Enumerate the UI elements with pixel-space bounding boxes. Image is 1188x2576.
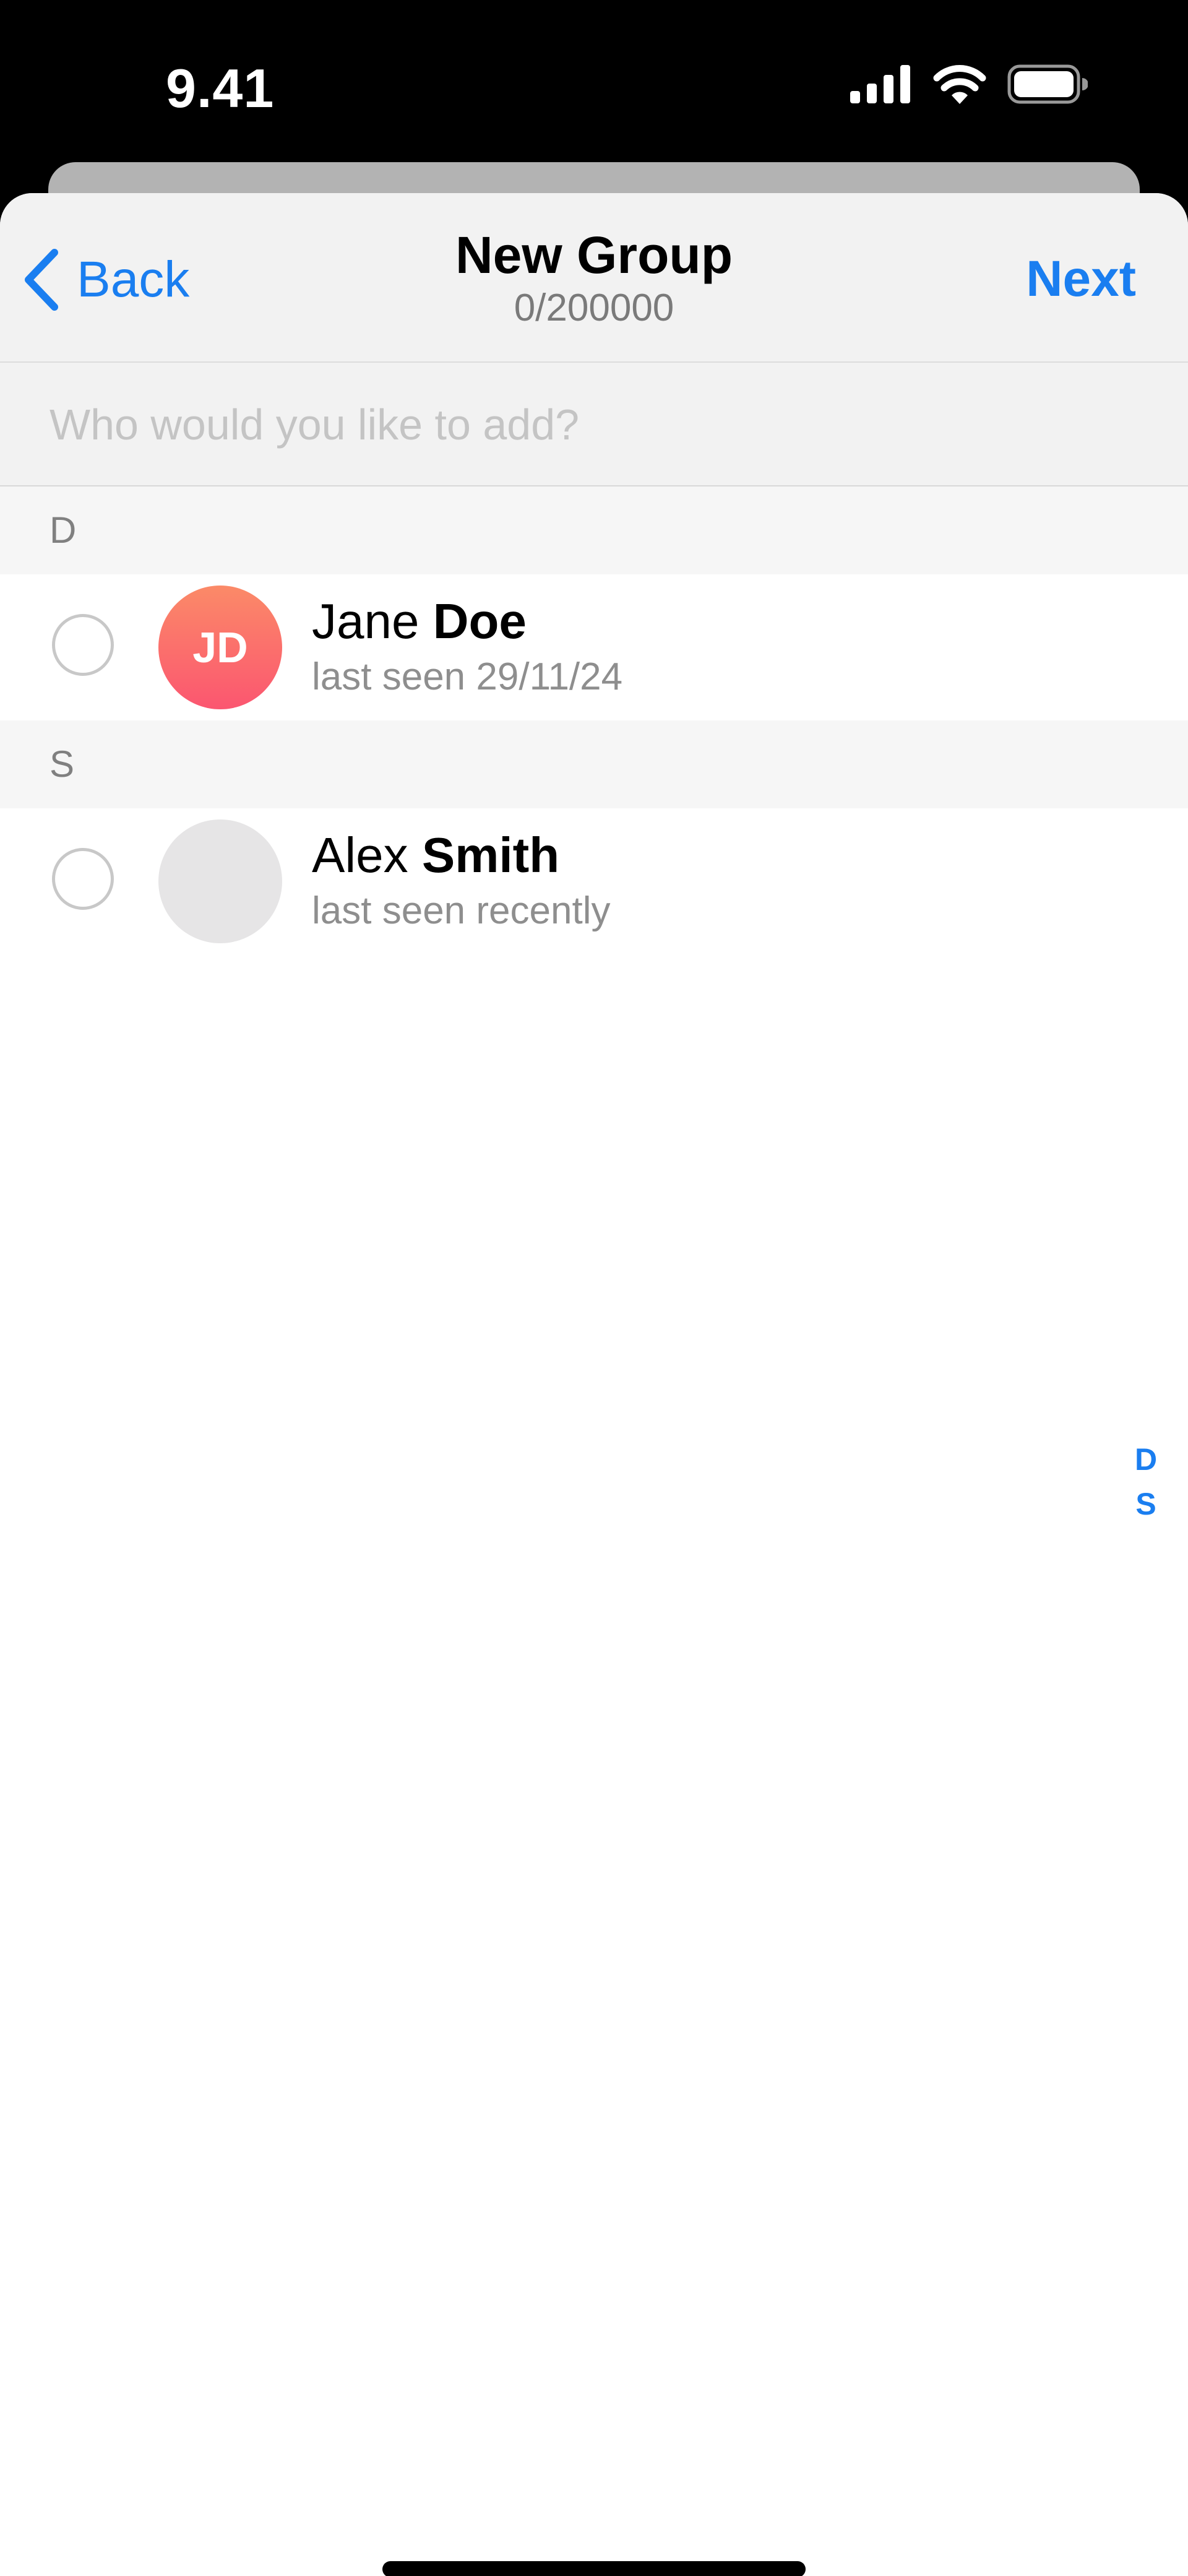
section-letter: S	[50, 743, 75, 785]
search-input[interactable]	[50, 387, 1138, 462]
cellular-signal-icon	[850, 65, 910, 103]
section-header-d: D	[0, 486, 1188, 574]
next-button[interactable]: Next	[1026, 250, 1136, 308]
index-letter-s[interactable]: S	[1135, 1482, 1156, 1526]
new-group-sheet: Back New Group 0/200000 Next D JD Jane D…	[0, 193, 1188, 2576]
member-count: 0/200000	[514, 287, 674, 329]
alphabet-index[interactable]: D S	[1121, 1437, 1171, 1526]
navigation-bar: Back New Group 0/200000 Next	[0, 193, 1188, 363]
home-indicator[interactable]	[382, 2561, 806, 2576]
select-checkbox[interactable]	[52, 848, 114, 910]
contact-name: Alex Smith	[312, 827, 559, 884]
page-title: New Group	[455, 226, 733, 284]
section-header-s: S	[0, 720, 1188, 808]
select-checkbox[interactable]	[52, 614, 114, 676]
screen: 9.41 Back New Group 0/200000 Next Who wo…	[0, 0, 1188, 2576]
index-letter-d[interactable]: D	[1135, 1437, 1157, 1482]
contact-status: last seen recently	[312, 889, 611, 932]
contact-status: last seen 29/11/24	[312, 655, 623, 698]
status-time: 9.41	[166, 58, 275, 119]
avatar: JD	[158, 586, 282, 709]
avatar	[158, 819, 282, 943]
contact-name: Jane Doe	[312, 593, 527, 650]
contact-first-name: Alex	[312, 828, 408, 883]
contact-last-name: Doe	[433, 594, 527, 649]
contact-row-jane-doe[interactable]: JD Jane Doe last seen 29/11/24	[0, 574, 1188, 720]
wifi-icon	[933, 65, 986, 104]
status-bar: 9.41	[0, 0, 1188, 163]
contact-first-name: Jane	[312, 594, 420, 649]
search-bar	[0, 363, 1188, 486]
contact-row-alex-smith[interactable]: Alex Smith last seen recently	[0, 808, 1188, 954]
avatar-initials: JD	[192, 623, 248, 672]
battery-icon	[1007, 64, 1088, 104]
status-icons	[850, 64, 1088, 104]
section-letter: D	[50, 509, 77, 551]
contact-last-name: Smith	[421, 828, 560, 883]
